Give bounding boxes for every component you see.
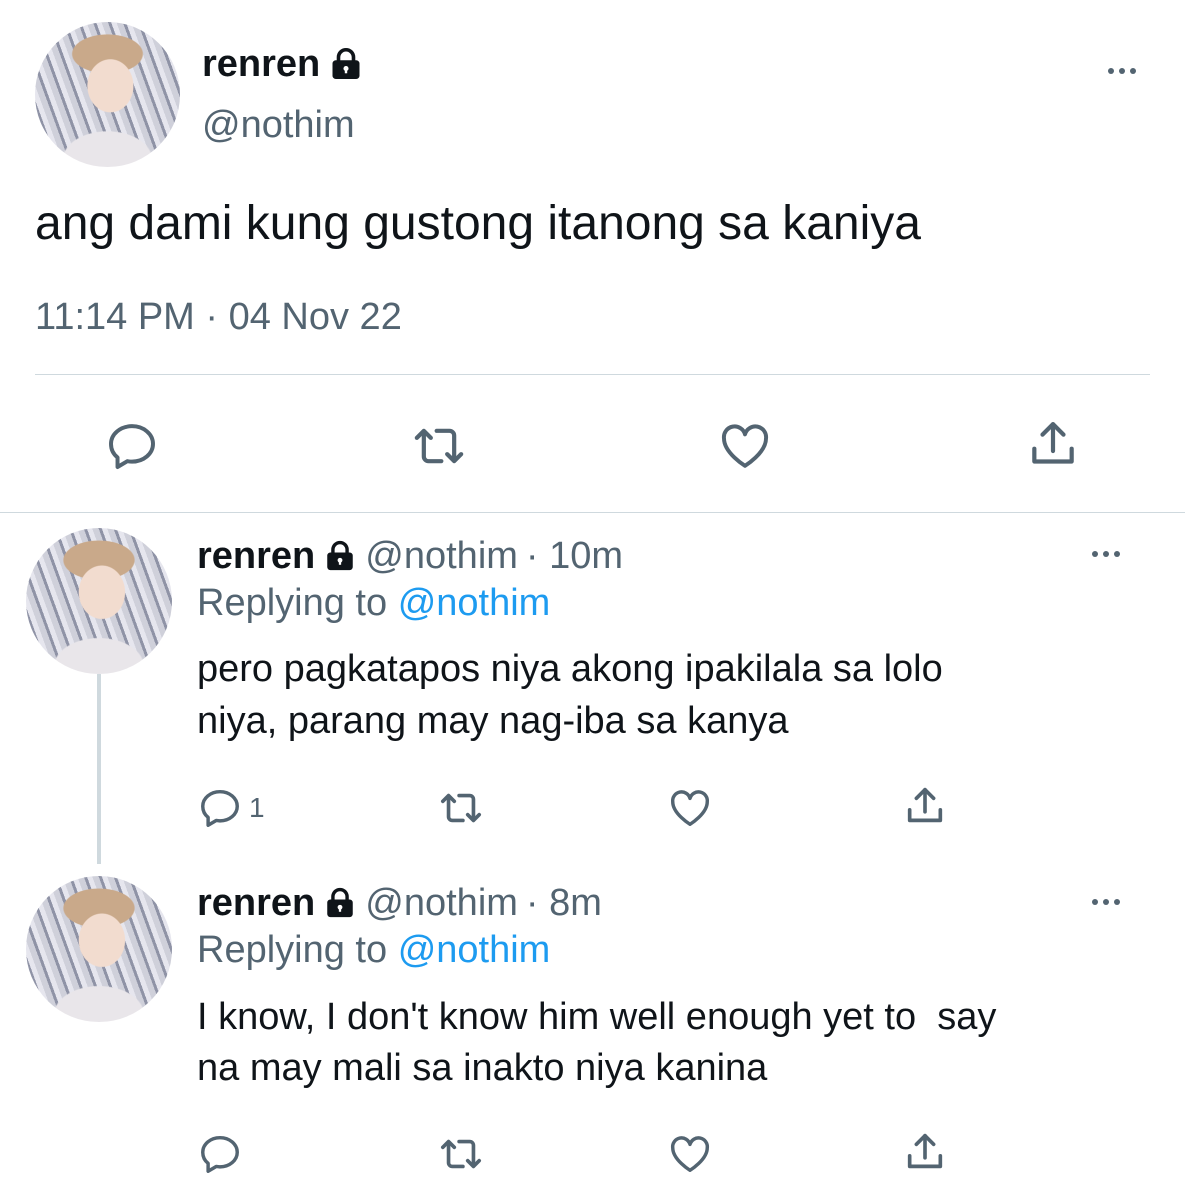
author-name[interactable]: renren [197,882,315,925]
reply-time[interactable]: · 8m [526,882,602,925]
tweet-timestamp[interactable]: 11:14 PM · 04 Nov 22 [35,296,402,339]
reply-text-line: I know, I don't know him well enough yet… [197,996,997,1038]
reply-icon [201,789,239,827]
more-dot [1108,68,1114,74]
reply-time[interactable]: · 10m [526,535,623,578]
replying-to-label: Replying to [197,929,388,971]
more-dot [1092,551,1098,557]
reply-text-line: na may mali sa inakto niya kanina [197,1047,768,1089]
more-icon[interactable] [1092,899,1120,905]
lock-icon [327,540,354,571]
share-icon[interactable] [902,1129,948,1175]
share-icon[interactable] [1024,416,1082,472]
replying-to: Replying to @nothim [197,582,550,625]
more-dot [1103,551,1109,557]
author-handle[interactable]: @nothim [202,104,355,147]
author-name[interactable]: renren [197,535,315,578]
tweet-text: ang dami kung gustong itanong sa kaniya [35,197,921,250]
reply-button[interactable]: 1 [197,785,265,831]
more-dot [1119,68,1125,74]
more-dot [1114,899,1120,905]
more-icon[interactable] [1092,551,1120,557]
more-icon[interactable] [1108,68,1136,74]
reply-icon[interactable] [104,418,160,474]
like-icon[interactable] [666,1131,714,1177]
retweet-icon[interactable] [410,418,468,474]
like-icon[interactable] [666,785,714,831]
author-handle[interactable]: @nothim [365,882,518,925]
replying-to-handle[interactable]: @nothim [398,582,551,624]
author-name-row: renren [202,40,364,88]
like-icon[interactable] [716,418,774,474]
avatar[interactable] [26,876,172,1022]
reply-text-line: pero pagkatapos niya akong ipakilala sa … [197,648,943,690]
author-handle[interactable]: @nothim [365,535,518,578]
more-dot [1130,68,1136,74]
reply-header: renren @nothim · 8m [197,879,602,927]
replying-to-label: Replying to [197,582,388,624]
reply-text-line: niya, parang may nag-iba sa kanya [197,700,789,742]
lock-icon [332,48,360,79]
more-dot [1114,551,1120,557]
divider [0,512,1185,513]
avatar[interactable] [26,528,172,674]
more-dot [1092,899,1098,905]
avatar[interactable] [35,22,180,167]
replying-to-handle[interactable]: @nothim [398,929,551,971]
thread-line [97,674,101,864]
lock-icon [327,887,354,918]
author-name[interactable]: renren [202,43,320,86]
replying-to: Replying to @nothim [197,929,550,972]
share-icon[interactable] [902,783,948,829]
divider [35,374,1150,375]
reply-header: renren @nothim · 10m [197,532,623,580]
retweet-icon[interactable] [437,785,485,831]
reply-icon[interactable] [197,1131,243,1177]
more-dot [1103,899,1109,905]
reply-count: 1 [249,792,265,823]
retweet-icon[interactable] [437,1131,485,1177]
